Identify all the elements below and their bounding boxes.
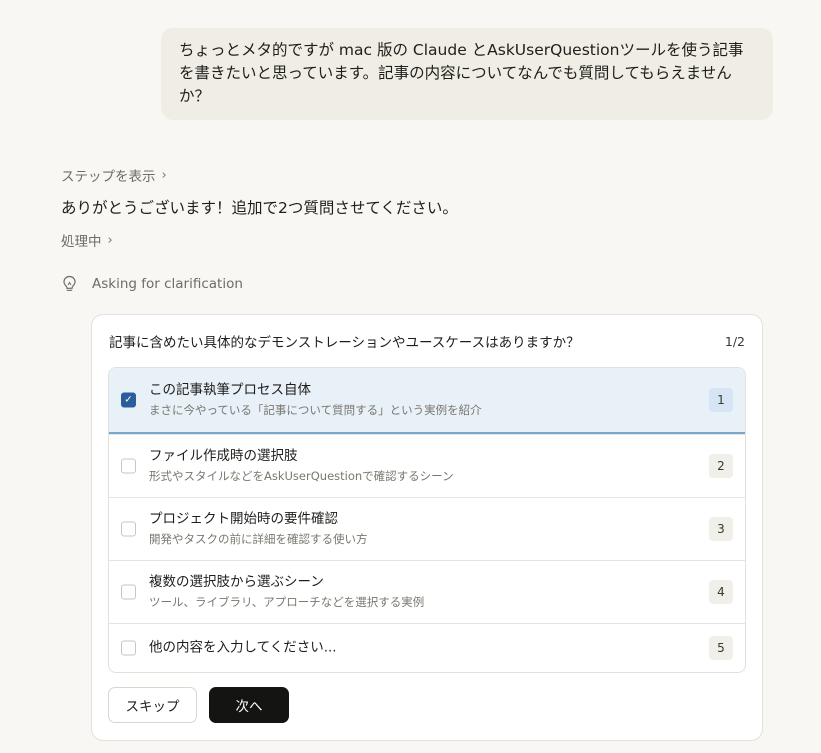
option-text: ファイル作成時の選択肢 形式やスタイルなどをAskUserQuestionで確認…: [149, 447, 685, 485]
question-header: 記事に含めたい具体的なデモンストレーションやユースケースはありますか？ 1/2: [109, 331, 745, 352]
lightbulb-icon: [61, 275, 78, 293]
asking-label: Asking for clarification: [92, 276, 243, 292]
chat-page: ちょっとメタ的ですが mac 版の Claude とAskUserQuestio…: [0, 0, 821, 753]
next-button[interactable]: 次へ: [209, 687, 289, 723]
option-3[interactable]: プロジェクト開始時の要件確認 開発やタスクの前に詳細を確認する使い方 3: [109, 497, 745, 560]
checkmark-icon: ✓: [124, 394, 133, 405]
option-checkbox[interactable]: [121, 640, 136, 656]
option-checkbox[interactable]: ✓: [121, 392, 136, 408]
processing-link[interactable]: 処理中 ›: [61, 230, 113, 251]
asking-for-clarification-row: Asking for clarification: [61, 275, 243, 293]
option-2[interactable]: ファイル作成時の選択肢 形式やスタイルなどをAskUserQuestionで確認…: [109, 434, 745, 497]
option-text: 他の内容を入力してください...: [149, 639, 685, 658]
option-description: 形式やスタイルなどをAskUserQuestionで確認するシーン: [149, 469, 454, 483]
question-card: 記事に含めたい具体的なデモンストレーションやユースケースはありますか？ 1/2 …: [91, 314, 763, 741]
question-counter: 1/2: [724, 333, 745, 349]
assistant-message: ありがとうございます！追加で2つ質問させてください。: [61, 199, 458, 217]
option-key-badge: 2: [709, 454, 733, 478]
option-checkbox[interactable]: [121, 521, 136, 537]
option-text: この記事執筆プロセス自体 まさに今やっている「記事について質問する」という実例を…: [149, 381, 685, 419]
option-text: プロジェクト開始時の要件確認 開発やタスクの前に詳細を確認する使い方: [149, 510, 685, 548]
option-description: ツール、ライブラリ、アプローチなどを選択する実例: [149, 595, 425, 609]
skip-button[interactable]: スキップ: [108, 687, 197, 723]
option-title: プロジェクト開始時の要件確認: [149, 511, 338, 527]
option-4[interactable]: 複数の選択肢から選ぶシーン ツール、ライブラリ、アプローチなどを選択する実例 4: [109, 560, 745, 623]
option-checkbox[interactable]: [121, 584, 136, 600]
option-checkbox[interactable]: [121, 458, 136, 474]
option-5-custom-input[interactable]: 他の内容を入力してください... 5: [109, 623, 745, 672]
question-text: 記事に含めたい具体的なデモンストレーションやユースケースはありますか？: [109, 335, 580, 351]
option-key-badge: 1: [709, 388, 733, 412]
show-steps-link[interactable]: ステップを表示 ›: [61, 165, 167, 186]
option-title: 複数の選択肢から選ぶシーン: [149, 574, 324, 590]
custom-input-placeholder[interactable]: 他の内容を入力してください...: [149, 639, 685, 658]
option-title: ファイル作成時の選択肢: [149, 448, 298, 464]
processing-label: 処理中: [61, 234, 102, 250]
option-title: この記事執筆プロセス自体: [149, 382, 311, 398]
user-message-bubble: ちょっとメタ的ですが mac 版の Claude とAskUserQuestio…: [161, 28, 773, 120]
options-list: ✓ この記事執筆プロセス自体 まさに今やっている「記事について質問する」という実…: [108, 367, 746, 673]
option-description: 開発やタスクの前に詳細を確認する使い方: [149, 532, 368, 546]
option-1[interactable]: ✓ この記事執筆プロセス自体 まさに今やっている「記事について質問する」という実…: [109, 368, 745, 434]
action-buttons: スキップ 次へ: [108, 687, 289, 723]
show-steps-label: ステップを表示: [61, 169, 156, 185]
option-text: 複数の選択肢から選ぶシーン ツール、ライブラリ、アプローチなどを選択する実例: [149, 573, 685, 611]
chevron-right-icon: ›: [107, 232, 113, 248]
option-key-badge: 5: [709, 636, 733, 660]
option-key-badge: 3: [709, 517, 733, 541]
option-key-badge: 4: [709, 580, 733, 604]
chevron-right-icon: ›: [161, 167, 167, 183]
option-description: まさに今やっている「記事について質問する」という実例を紹介: [149, 403, 482, 417]
